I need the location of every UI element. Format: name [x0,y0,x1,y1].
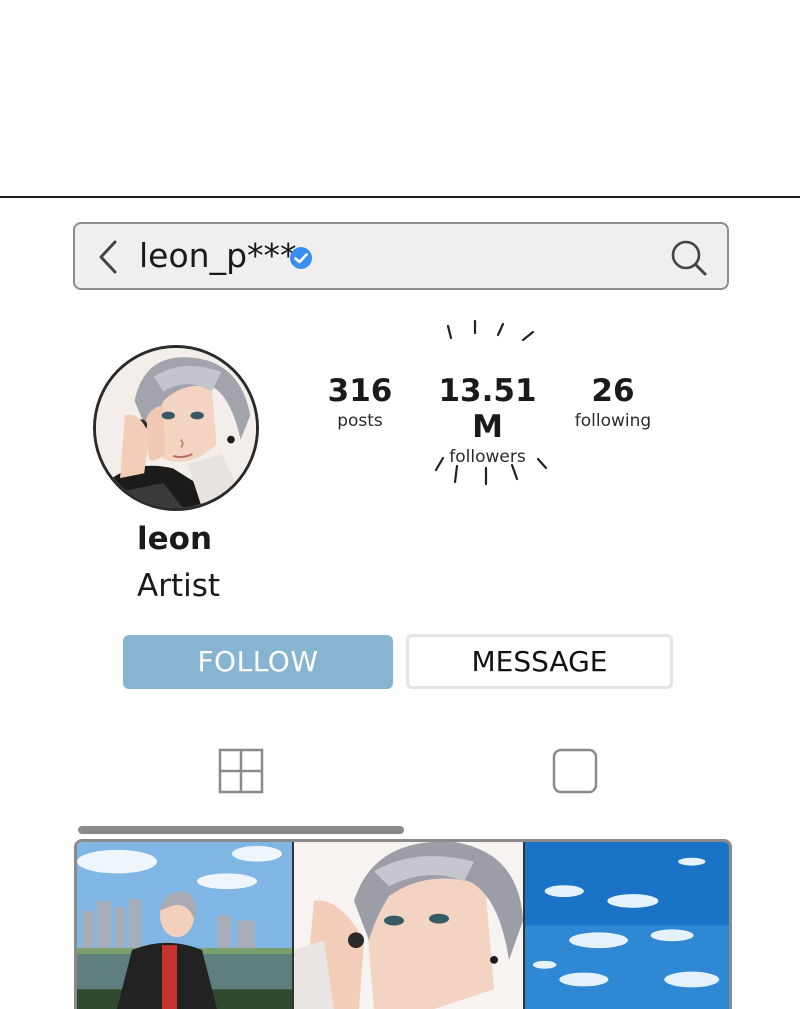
verified-badge-icon [289,246,313,270]
grid-icon[interactable] [217,747,265,795]
followers-label: followers [425,447,550,467]
sky-clouds-image [525,842,729,1009]
active-tab-indicator [78,826,404,834]
profile-bio: Artist [137,567,220,605]
message-button[interactable]: MESSAGE [406,634,673,689]
following-stat[interactable]: 26 following [572,373,654,431]
following-label: following [572,411,654,431]
profile-name: leon [137,520,212,558]
posts-stat[interactable]: 316 posts [320,373,400,431]
posts-label: posts [320,411,400,431]
posts-grid [74,839,732,1009]
profile-avatar[interactable] [93,345,259,511]
top-divider [0,196,800,198]
post-thumbnail[interactable] [525,842,729,1009]
followers-count: 13.51 M [425,373,550,445]
closeup-portrait-image [294,842,523,1009]
follow-button[interactable]: FOLLOW [123,635,393,689]
following-count: 26 [572,373,654,409]
city-portrait-image [77,842,292,1009]
post-thumbnail[interactable] [292,842,525,1009]
search-bar[interactable]: leon_p*** [73,222,729,290]
profile-handle: leon_p*** [139,236,297,276]
back-chevron-icon[interactable] [93,237,121,277]
posts-count: 316 [320,373,400,409]
post-thumbnail[interactable] [77,842,292,1009]
square-icon[interactable] [551,747,599,795]
followers-stat[interactable]: 13.51 M followers [425,373,550,467]
search-icon[interactable] [669,238,709,278]
